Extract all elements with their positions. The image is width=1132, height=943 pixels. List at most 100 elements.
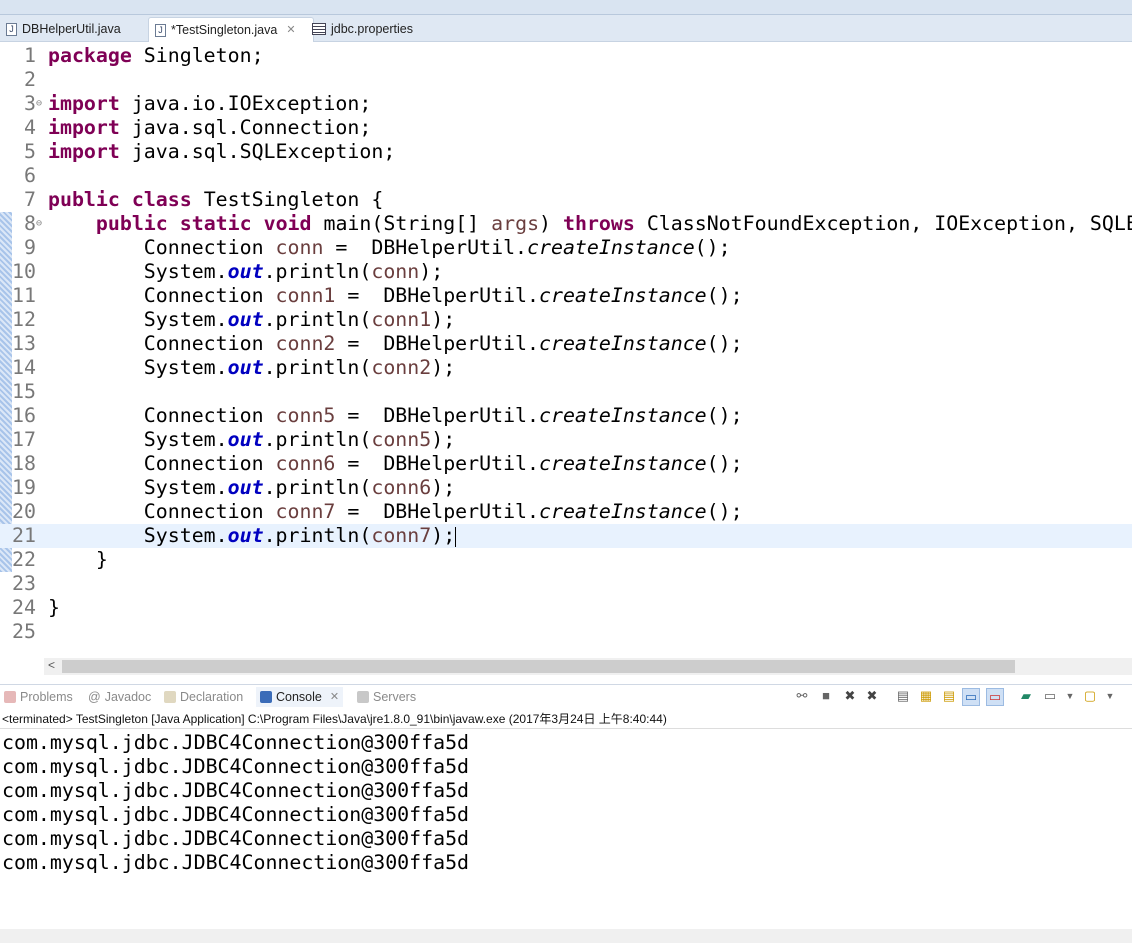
console-output[interactable]: com.mysql.jdbc.JDBC4Connection@300ffa5d c… bbox=[0, 728, 1132, 929]
close-icon[interactable]: ✕ bbox=[330, 687, 339, 707]
code-token: (); bbox=[694, 236, 731, 259]
terminate-icon[interactable]: ■ bbox=[818, 688, 834, 704]
code-line[interactable]: 20 Connection conn7 = DBHelperUtil.creat… bbox=[0, 500, 1132, 524]
console-icon bbox=[260, 691, 272, 703]
code-text: import java.sql.SQLException; bbox=[48, 140, 395, 164]
properties-file-icon bbox=[312, 23, 326, 35]
code-line[interactable]: 14 System.out.println(conn2); bbox=[0, 356, 1132, 380]
tab-servers[interactable]: Servers bbox=[357, 687, 416, 707]
code-token: out bbox=[227, 356, 264, 379]
code-text: System.out.println(conn); bbox=[48, 260, 443, 284]
code-line[interactable]: 19 System.out.println(conn6); bbox=[0, 476, 1132, 500]
line-number: 11 bbox=[12, 284, 36, 307]
word-wrap-icon[interactable]: ▤ bbox=[941, 688, 957, 704]
code-line[interactable]: 25 bbox=[0, 620, 1132, 644]
tab-problems[interactable]: Problems bbox=[4, 687, 73, 707]
code-line[interactable]: 11 Connection conn1 = DBHelperUtil.creat… bbox=[0, 284, 1132, 308]
code-editor[interactable]: 1 package Singleton; 2 3 ⊖ import java.io.IOE… bbox=[0, 42, 1132, 658]
code-line[interactable]: 15 bbox=[0, 380, 1132, 404]
code-token: createInstance bbox=[539, 332, 707, 355]
code-text: Connection conn5 = DBHelperUtil.createIn… bbox=[48, 404, 743, 428]
link-icon[interactable]: ⚯ bbox=[794, 688, 810, 704]
code-token: conn1 bbox=[275, 284, 336, 307]
code-line[interactable]: 22 } bbox=[0, 548, 1132, 572]
tab-javadoc[interactable]: @ Javadoc bbox=[88, 687, 151, 707]
display-console-icon[interactable]: ▭ bbox=[1042, 688, 1058, 704]
line-number: 5 bbox=[24, 140, 36, 163]
tab-label: Declaration bbox=[180, 690, 244, 704]
tab-dbhelperutil[interactable]: J DBHelperUtil.java bbox=[0, 17, 127, 41]
chevron-down-icon[interactable]: ▼ bbox=[1062, 688, 1078, 704]
editor-tabs: J DBHelperUtil.java J *TestSingleton.java ✕… bbox=[0, 15, 1132, 42]
line-number: 4 bbox=[24, 116, 36, 139]
code-line[interactable]: 23 bbox=[0, 572, 1132, 596]
fold-icon[interactable]: ⊖ bbox=[36, 212, 42, 236]
code-token: out bbox=[227, 476, 264, 499]
clear-console-icon[interactable]: ▤ bbox=[895, 688, 911, 704]
tab-declaration[interactable]: Declaration bbox=[164, 687, 243, 707]
code-line[interactable]: 4 import java.sql.Connection; bbox=[0, 116, 1132, 140]
show-on-stdout-icon[interactable]: ▭ bbox=[962, 688, 980, 706]
scrollbar-thumb[interactable] bbox=[62, 660, 1015, 673]
code-token: ); bbox=[431, 308, 456, 331]
horizontal-scrollbar[interactable]: < bbox=[44, 658, 1132, 675]
code-token: = DBHelperUtil. bbox=[335, 500, 539, 523]
code-token: conn5 bbox=[371, 428, 432, 451]
code-line[interactable]: 2 bbox=[0, 68, 1132, 92]
tab-console[interactable]: Console ✕ bbox=[256, 687, 344, 707]
close-icon[interactable]: ✕ bbox=[286, 18, 295, 42]
code-token: Connection bbox=[48, 332, 276, 355]
tab-jdbc-properties[interactable]: jdbc.properties bbox=[306, 17, 419, 41]
line-number: 14 bbox=[12, 356, 36, 379]
line-number: 23 bbox=[12, 572, 36, 595]
code-token: conn6 bbox=[371, 476, 432, 499]
chevron-down-icon[interactable]: ▼ bbox=[1102, 688, 1118, 704]
fold-icon[interactable]: ⊖ bbox=[36, 92, 42, 116]
code-token: (); bbox=[706, 284, 743, 307]
console-line: com.mysql.jdbc.JDBC4Connection@300ffa5d bbox=[2, 827, 470, 850]
code-token: package bbox=[48, 44, 132, 67]
tab-label: Javadoc bbox=[104, 690, 152, 704]
new-console-icon[interactable]: ▢ bbox=[1082, 688, 1098, 704]
code-text: System.out.println(conn1); bbox=[48, 308, 455, 332]
code-token: .println( bbox=[263, 260, 372, 283]
code-line[interactable]: 16 Connection conn5 = DBHelperUtil.creat… bbox=[0, 404, 1132, 428]
scroll-left-icon[interactable]: < bbox=[48, 658, 55, 672]
line-number: 25 bbox=[12, 620, 36, 643]
code-line[interactable]: 18 Connection conn6 = DBHelperUtil.creat… bbox=[0, 452, 1132, 476]
scroll-lock-icon[interactable]: ▦ bbox=[918, 688, 934, 704]
code-token: out bbox=[227, 524, 264, 547]
code-token: Connection bbox=[48, 452, 276, 475]
tab-label: Console bbox=[276, 690, 322, 704]
code-line[interactable]: 8 ⊖ public static void main(String[] args… bbox=[0, 212, 1132, 236]
code-line[interactable]: 3 ⊖ import java.io.IOException; bbox=[0, 92, 1132, 116]
code-line[interactable]: 10 System.out.println(conn); bbox=[0, 260, 1132, 284]
code-token: static bbox=[179, 212, 252, 235]
line-number: 1 bbox=[24, 44, 36, 67]
tab-label: DBHelperUtil.java bbox=[22, 22, 121, 36]
show-on-stderr-icon[interactable]: ▭ bbox=[986, 688, 1004, 706]
code-token: createInstance bbox=[539, 500, 707, 523]
code-line[interactable]: 6 bbox=[0, 164, 1132, 188]
code-line[interactable]: 17 System.out.println(conn5); bbox=[0, 428, 1132, 452]
code-token: System. bbox=[48, 308, 228, 331]
remove-all-icon[interactable]: ✖ bbox=[864, 688, 880, 704]
code-line[interactable]: 5 import java.sql.SQLException; bbox=[0, 140, 1132, 164]
code-line[interactable]: 1 package Singleton; bbox=[0, 44, 1132, 68]
code-line[interactable]: 12 System.out.println(conn1); bbox=[0, 308, 1132, 332]
code-line[interactable]: 24} bbox=[0, 596, 1132, 620]
code-token: conn bbox=[371, 260, 420, 283]
code-token: conn2 bbox=[275, 332, 336, 355]
code-line[interactable]: 7 public class TestSingleton { bbox=[0, 188, 1132, 212]
remove-launch-icon[interactable]: ✖ bbox=[842, 688, 858, 704]
code-token: } bbox=[48, 596, 60, 619]
code-line[interactable]: 21 System.out.println(conn7); bbox=[0, 524, 1132, 548]
code-line[interactable]: 13 Connection conn2 = DBHelperUtil.creat… bbox=[0, 332, 1132, 356]
pin-console-icon[interactable]: ▰ bbox=[1018, 688, 1034, 704]
code-token: = DBHelperUtil. bbox=[323, 236, 528, 259]
line-number: 16 bbox=[12, 404, 36, 427]
code-line[interactable]: 9 Connection conn = DBHelperUtil.createI… bbox=[0, 236, 1132, 260]
code-token: } bbox=[48, 548, 108, 571]
code-token: System. bbox=[48, 428, 228, 451]
tab-testsingleton[interactable]: J *TestSingleton.java ✕ bbox=[148, 17, 314, 42]
